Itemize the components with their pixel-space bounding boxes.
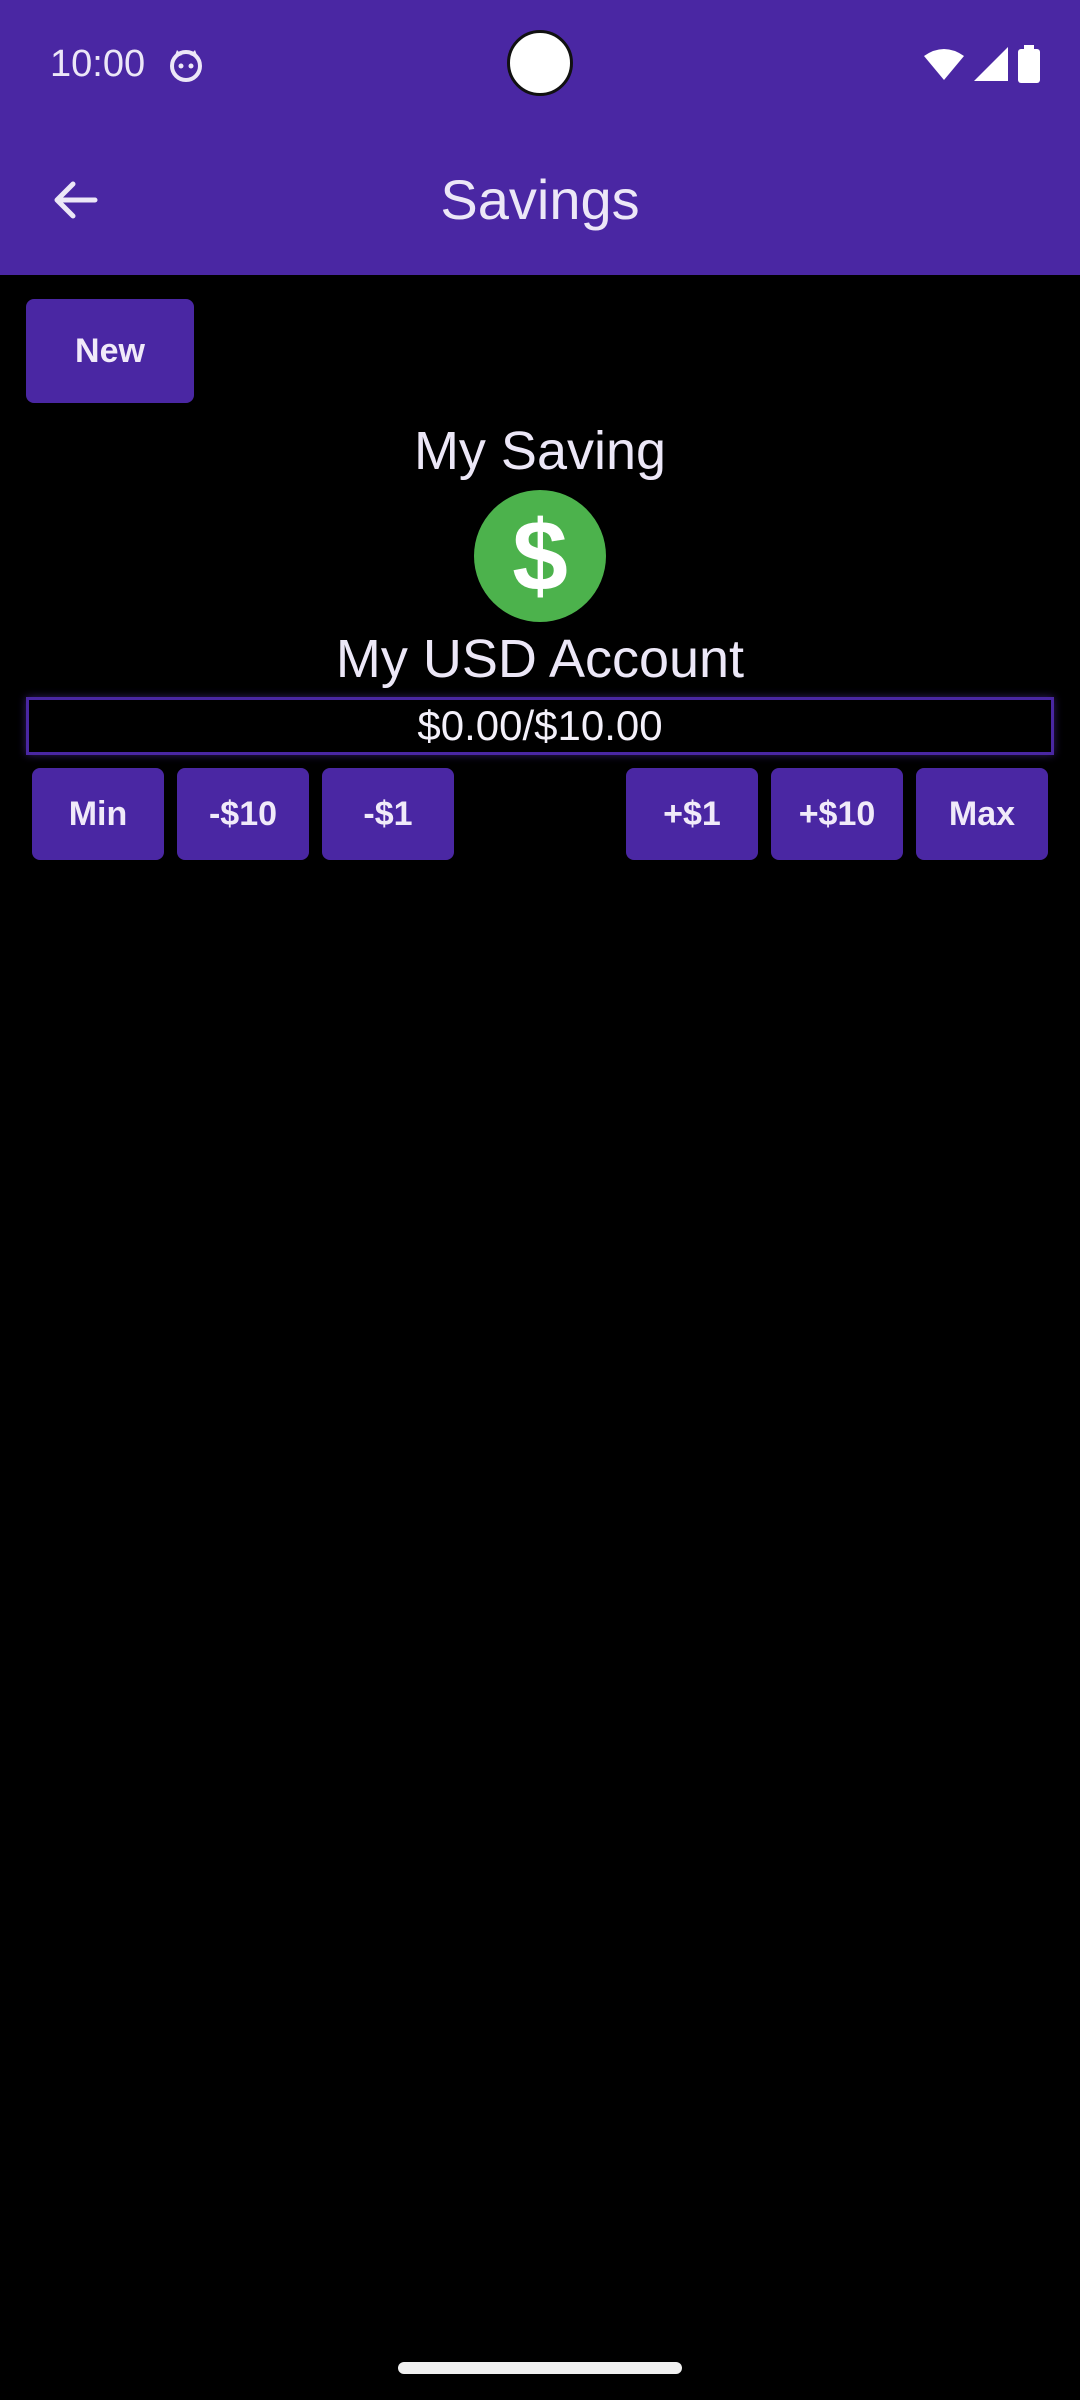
- plus-1-button[interactable]: +$1: [626, 768, 758, 860]
- max-button[interactable]: Max: [916, 768, 1048, 860]
- saving-title: My Saving: [413, 421, 667, 481]
- page-title: Savings: [440, 168, 640, 231]
- dollar-glyph: $: [512, 500, 568, 612]
- plus-10-button[interactable]: +$10: [771, 768, 903, 860]
- dollar-coin-icon: $: [474, 490, 606, 622]
- account-name: My USD Account: [335, 629, 745, 689]
- app-bar: 10:00 Savings: [0, 0, 1080, 275]
- new-saving-button[interactable]: New: [26, 299, 194, 403]
- wifi-icon: [924, 48, 964, 80]
- cellular-signal-icon: [974, 47, 1008, 81]
- status-time: 10:00: [50, 43, 146, 85]
- home-indicator[interactable]: [398, 2362, 682, 2374]
- front-camera: [507, 30, 573, 96]
- savings-progress-bar: $0.00/$10.00: [26, 697, 1054, 755]
- min-button[interactable]: Min: [32, 768, 164, 860]
- minus-10-button[interactable]: -$10: [177, 768, 309, 860]
- savings-screen: 10:00 Savings New My Saving $ My USD Acc…: [0, 0, 1080, 2400]
- battery-icon: [1018, 45, 1040, 83]
- status-icons: [924, 44, 1040, 84]
- minus-1-button[interactable]: -$1: [322, 768, 454, 860]
- cat-notification-icon: [168, 48, 204, 82]
- progress-text: $0.00/$10.00: [417, 702, 663, 749]
